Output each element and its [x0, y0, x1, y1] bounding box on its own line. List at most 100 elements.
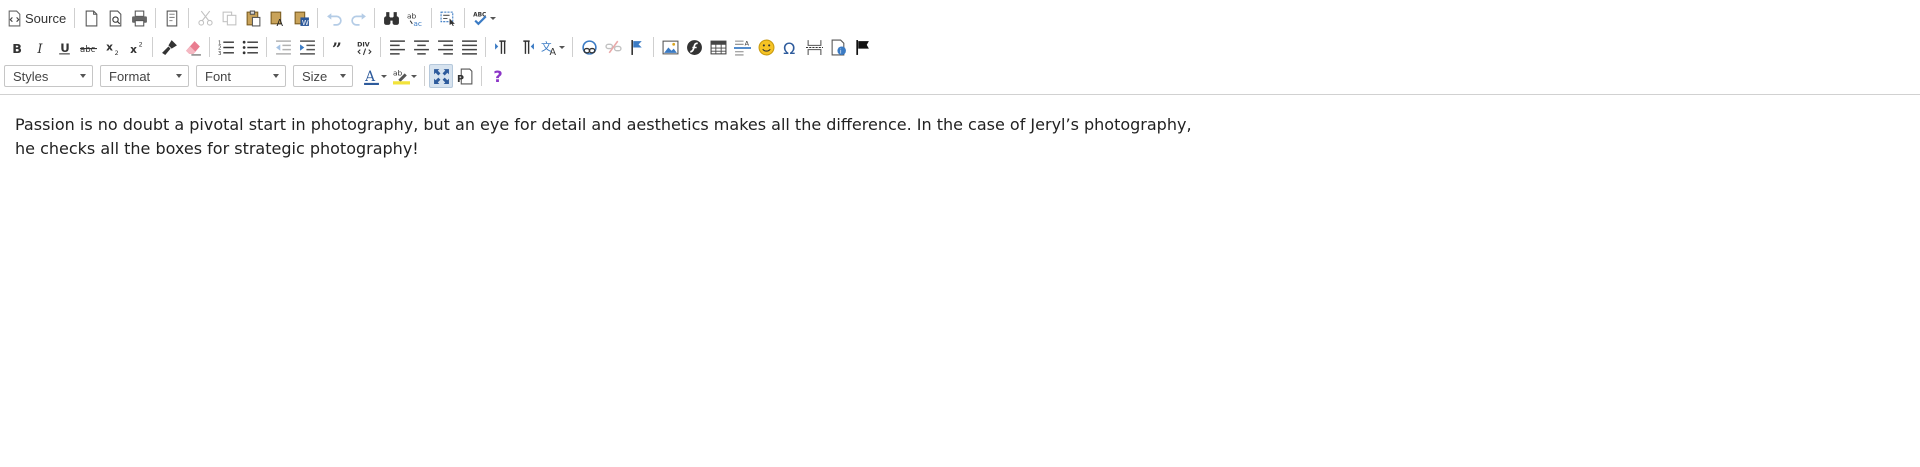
italic-icon: I [36, 41, 43, 55]
paste-text-button[interactable]: A [265, 6, 289, 30]
replace-icon: abac [407, 11, 422, 27]
svg-text:A: A [744, 39, 749, 47]
format-dropdown-label: Format [109, 68, 151, 84]
unlink-button[interactable] [601, 35, 625, 59]
replace-button[interactable]: ab ac [403, 6, 427, 30]
align-left-icon [389, 39, 405, 55]
text-direction-rtl-button[interactable] [514, 35, 538, 59]
toolbar-separator [152, 37, 153, 57]
cut-button[interactable] [193, 6, 217, 30]
svg-text:Ω: Ω [783, 39, 795, 56]
editor-content-area[interactable]: Passion is no doubt a pivotal start in p… [15, 113, 1215, 161]
increase-indent-button[interactable] [295, 35, 319, 59]
undo-button[interactable] [322, 6, 346, 30]
svg-text:A: A [550, 46, 557, 55]
preview-button[interactable] [103, 6, 127, 30]
horizontal-rule-icon: A [733, 39, 751, 55]
source-button[interactable]: Source [4, 6, 70, 30]
source-label: Source [25, 10, 67, 26]
select-all-button[interactable] [436, 6, 460, 30]
svg-text:3: 3 [218, 50, 221, 55]
strikethrough-icon: abc [79, 44, 97, 54]
svg-text:W: W [302, 18, 309, 26]
print-button[interactable] [127, 6, 151, 30]
image-button[interactable] [658, 35, 682, 59]
format-dropdown[interactable]: Format [100, 65, 189, 87]
spellcheck-button[interactable]: ABC [469, 6, 499, 30]
styles-dropdown[interactable]: Styles [4, 65, 93, 87]
align-center-icon [413, 39, 429, 55]
justify-button[interactable] [457, 35, 481, 59]
text-direction-ltr-button[interactable] [490, 35, 514, 59]
size-dropdown[interactable]: Size [293, 65, 353, 87]
templates-button[interactable] [160, 6, 184, 30]
flag-icon [855, 39, 869, 55]
maximize-button[interactable] [429, 64, 453, 88]
iframe-icon: i [831, 39, 846, 55]
align-right-button[interactable] [433, 35, 457, 59]
ltr-icon [494, 39, 506, 54]
flash-icon [686, 39, 702, 55]
italic-button[interactable]: I [28, 35, 52, 59]
subscript-button[interactable]: x2 [100, 35, 124, 59]
language-icon: 文A [541, 40, 557, 55]
toolbar-row-3: Styles Format Font Size A ab P ? [4, 62, 510, 90]
bold-button[interactable]: B [4, 35, 28, 59]
decrease-indent-button[interactable] [271, 35, 295, 59]
paste-button[interactable] [241, 6, 265, 30]
smiley-button[interactable] [754, 35, 778, 59]
styles-dropdown-label: Styles [13, 68, 49, 84]
create-div-button[interactable]: DIV [352, 35, 376, 59]
show-blocks-button[interactable]: P [453, 64, 477, 88]
toolbar-separator [431, 8, 433, 28]
size-dropdown-label: Size [302, 68, 328, 84]
flag-button[interactable] [850, 35, 874, 59]
align-center-button[interactable] [409, 35, 433, 59]
strikethrough-button[interactable]: abc [76, 35, 100, 59]
binoculars-icon [383, 11, 399, 25]
copy-formatting-button[interactable] [157, 35, 181, 59]
page-break-button[interactable] [802, 35, 826, 59]
language-button[interactable]: 文A [538, 35, 568, 59]
paste-from-word-button[interactable]: W [289, 6, 313, 30]
font-dropdown-label: Font [205, 68, 232, 84]
page-break-icon [805, 39, 823, 55]
underline-button[interactable]: U [52, 35, 76, 59]
toolbar-separator [323, 37, 324, 57]
unlink-icon [604, 40, 622, 53]
align-left-button[interactable] [385, 35, 409, 59]
highlight-color-icon: ab [393, 68, 410, 84]
toolbar-separator [424, 66, 425, 86]
find-button[interactable] [379, 6, 403, 30]
numbered-list-button[interactable]: 123 [214, 35, 238, 59]
rtl-icon [522, 39, 534, 54]
paste-icon [246, 10, 261, 26]
iframe-button[interactable]: i [826, 35, 850, 59]
remove-format-button[interactable] [181, 35, 205, 59]
new-page-button[interactable] [79, 6, 103, 30]
toolbar-separator [653, 37, 654, 57]
anchor-button[interactable] [625, 35, 649, 59]
link-button[interactable] [577, 35, 601, 59]
about-button[interactable]: ? [486, 64, 510, 88]
numbered-list-icon: 123 [218, 40, 234, 56]
blockquote-button[interactable]: ” [328, 35, 352, 59]
font-dropdown[interactable]: Font [196, 65, 286, 87]
bulleted-list-button[interactable] [238, 35, 262, 59]
toolbar-row-1: Source A W ab ac ABC [4, 4, 499, 32]
superscript-button[interactable]: x2 [124, 35, 148, 59]
redo-button[interactable] [346, 6, 370, 30]
svg-text:ac: ac [413, 18, 422, 26]
table-button[interactable] [706, 35, 730, 59]
copy-button[interactable] [217, 6, 241, 30]
chevron-down-icon [411, 74, 417, 78]
special-char-button[interactable]: Ω [778, 35, 802, 59]
maximize-icon [433, 68, 449, 84]
background-color-button[interactable]: ab [390, 64, 420, 88]
svg-text:2: 2 [138, 40, 142, 48]
horizontal-line-button[interactable]: A [730, 35, 754, 59]
text-color-button[interactable]: A [360, 64, 390, 88]
templates-icon [166, 10, 177, 26]
flash-button[interactable] [682, 35, 706, 59]
spellcheck-icon: ABC [473, 12, 487, 25]
